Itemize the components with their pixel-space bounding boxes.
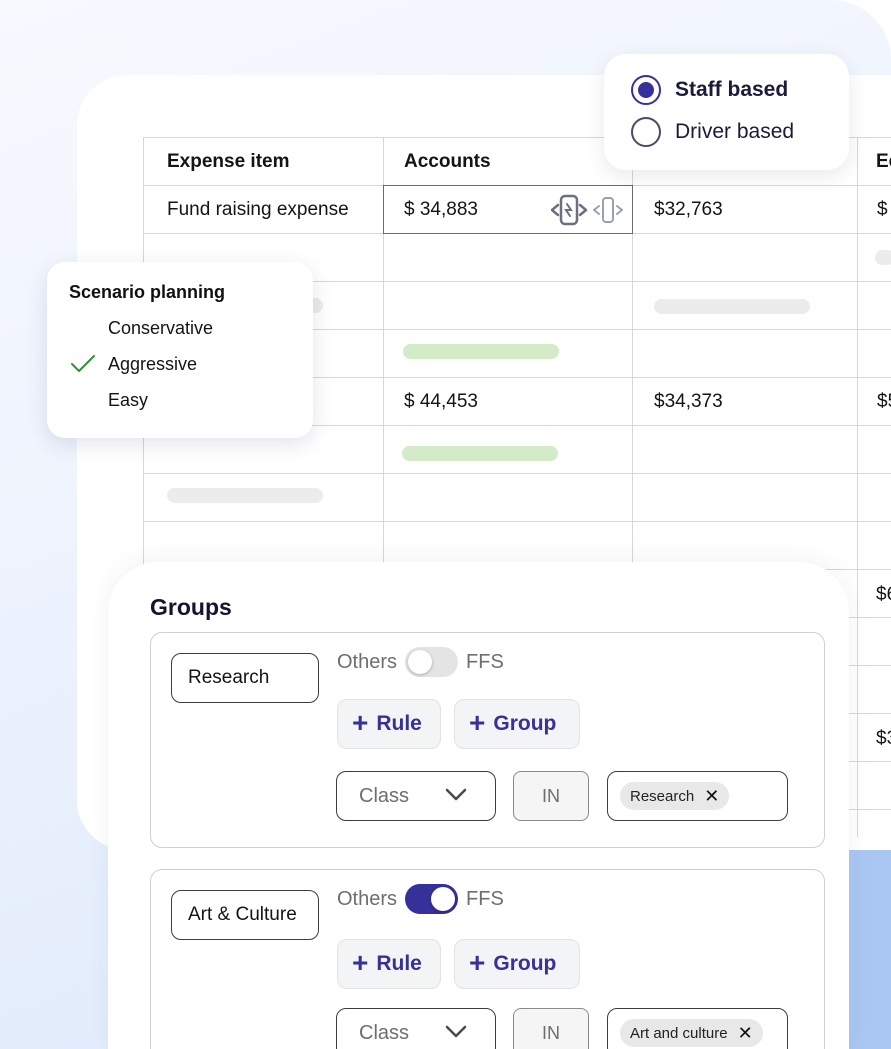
class-select[interactable]: Class [336,771,496,821]
chevron-down-icon [445,1025,467,1038]
scenario-planning-menu: Scenario planning Conservative Aggressiv… [47,262,313,438]
others-ffs-toggle[interactable] [405,647,459,677]
tag-label: Art and culture [630,1024,728,1042]
check-icon [71,355,95,372]
table-cell-value[interactable]: $ 34,883 [404,199,478,221]
button-label: Group [493,952,557,975]
tag-input[interactable]: Art and culture ✕ [607,1008,788,1049]
background-accent [848,850,891,1049]
add-group-button[interactable]: + Group [454,699,580,749]
button-label: Rule [376,952,422,975]
toggle-right-label: FFS [466,650,504,673]
groups-title: Groups [150,594,232,620]
menu-item-easy[interactable]: Easy [108,390,148,411]
group-name-input[interactable]: Research [171,653,319,703]
tag-chip: Research ✕ [620,782,730,810]
table-cell-value[interactable]: $ [877,199,888,221]
group-name-input[interactable]: Art & Culture [171,890,319,940]
loading-placeholder [402,446,558,461]
table-cell-value[interactable]: $3 [876,728,891,750]
radio-button-checked[interactable] [631,75,661,105]
close-icon[interactable]: ✕ [704,787,719,805]
table-cell-value[interactable]: $6 [876,584,891,606]
table-cell-value[interactable]: $ 44,453 [404,391,478,413]
operator-box[interactable]: IN [513,1008,589,1049]
loading-placeholder [875,250,891,265]
add-group-button[interactable]: + Group [454,939,580,989]
plus-icon: + [352,706,369,738]
groups-panel: Groups Research Others FFS + Rule + Grou… [108,562,849,1049]
table-cell-expense-name[interactable]: Fund raising expense [167,199,349,221]
others-ffs-toggle-row: Others FFS [337,884,504,914]
select-value: Class [359,784,410,807]
loading-placeholder [654,299,810,314]
menu-title: Scenario planning [69,282,226,302]
plus-icon: + [469,946,486,978]
table-cell-value[interactable]: $5 [877,391,891,413]
group-name-value: Research [188,667,270,688]
add-rule-button[interactable]: + Rule [337,699,441,749]
table-cell-value[interactable]: $32,763 [654,199,723,221]
toggle-right-label: FFS [466,887,504,910]
tag-label: Research [630,787,695,805]
button-label: Group [493,712,557,735]
group-card: Research Others FFS + Rule + Group Class… [150,632,825,848]
menu-item-aggressive[interactable]: Aggressive [108,354,197,375]
operator-box[interactable]: IN [513,771,589,821]
grid-line [857,137,858,837]
operator-label: IN [542,785,560,806]
plus-icon: + [352,946,369,978]
close-icon[interactable]: ✕ [738,1024,753,1042]
others-ffs-toggle[interactable] [405,884,459,914]
column-header-expense-item[interactable]: Expense item [167,151,290,173]
column-header-partial[interactable]: Ec [876,151,891,173]
toggle-left-label: Others [337,650,398,673]
loading-placeholder [167,488,323,503]
toggle-left-label: Others [337,887,398,910]
radio-option-staff-based[interactable]: Staff based [631,75,788,105]
tag-chip: Art and culture ✕ [620,1019,763,1047]
toggle-knob [408,650,433,674]
radio-label: Staff based [675,78,789,101]
column-header-accounts[interactable]: Accounts [404,151,491,173]
group-card: Art & Culture Others FFS + Rule + Group … [150,869,825,1049]
others-ffs-toggle-row: Others FFS [337,647,504,677]
radio-label: Driver based [675,120,795,143]
class-select[interactable]: Class [336,1008,496,1049]
toggle-knob [431,887,456,911]
loading-placeholder [403,344,559,359]
radio-button[interactable] [631,117,661,147]
group-name-value: Art & Culture [188,904,297,925]
menu-item-conservative[interactable]: Conservative [108,318,213,339]
radio-option-driver-based[interactable]: Driver based [631,117,794,147]
grid-line [143,473,891,474]
calculation-mode-popover: Staff based Driver based [604,54,849,170]
resize-handle-icon[interactable] [551,194,623,226]
grid-line [143,521,891,522]
tag-input[interactable]: Research ✕ [607,771,788,821]
button-label: Rule [376,712,422,735]
table-cell-value[interactable]: $34,373 [654,391,723,413]
select-value: Class [359,1021,410,1044]
add-rule-button[interactable]: + Rule [337,939,441,989]
plus-icon: + [469,706,486,738]
operator-label: IN [542,1022,560,1043]
chevron-down-icon [445,788,467,801]
